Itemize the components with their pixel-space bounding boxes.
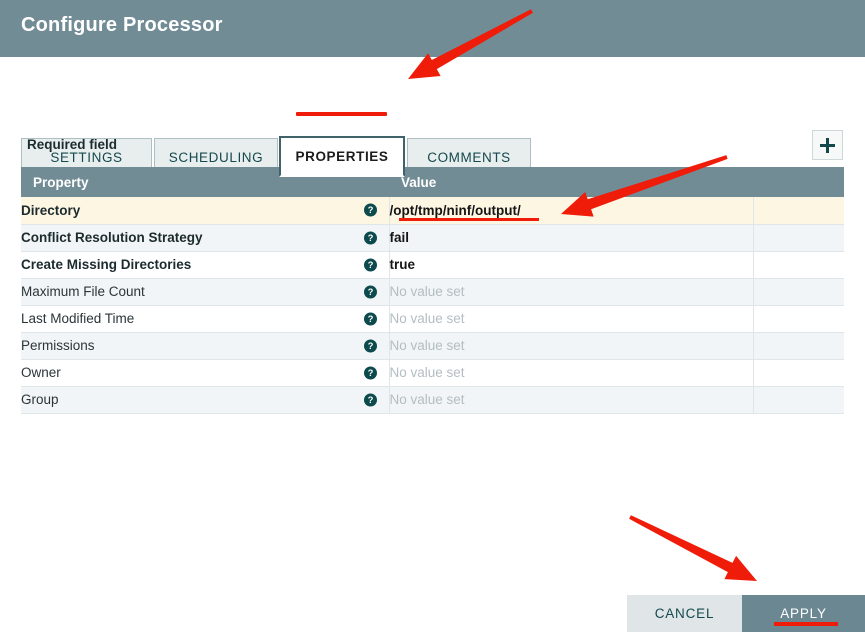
property-value-cell[interactable]: fail (388, 224, 753, 252)
property-name-cell: Maximum File Count? (21, 278, 389, 306)
property-name-label: Group (21, 392, 59, 407)
property-name-cell: Group? (21, 386, 389, 414)
tab-properties[interactable]: PROPERTIES (279, 136, 405, 177)
property-value-cell[interactable]: No value set (388, 359, 753, 387)
property-name-cell: Directory? (21, 197, 389, 225)
underline-properties-tab (296, 112, 387, 116)
property-actions-cell (752, 359, 844, 387)
table-row[interactable]: Owner? No value set (21, 359, 844, 387)
property-name-label: Last Modified Time (21, 311, 135, 326)
tab-settings-label: SETTINGS (50, 150, 123, 165)
apply-button-label: APPLY (780, 606, 827, 621)
property-name-cell: Create Missing Directories? (21, 251, 389, 279)
help-circle-icon[interactable]: ? (363, 339, 377, 352)
property-value-cell[interactable]: true (388, 251, 753, 279)
properties-table-head: Property Value (21, 167, 844, 197)
property-value-cell[interactable]: No value set (388, 386, 753, 414)
tab-scheduling-label: SCHEDULING (168, 150, 264, 165)
help-circle-icon[interactable]: ? (363, 203, 377, 217)
properties-table-body: Directory?/opt/tmp/ninf/output/Conflict … (21, 197, 844, 414)
property-actions-cell (752, 386, 844, 414)
property-name-cell: Owner? (21, 359, 389, 387)
svg-text:?: ? (367, 314, 373, 324)
svg-text:?: ? (367, 341, 373, 351)
table-row[interactable]: Group? No value set (21, 386, 844, 414)
property-actions-cell (752, 278, 844, 306)
help-circle-icon[interactable]: ? (363, 258, 377, 271)
property-actions-cell (752, 197, 844, 225)
help-circle-icon[interactable]: ? (363, 285, 377, 298)
property-actions-cell (752, 305, 844, 333)
cancel-button[interactable]: CANCEL (627, 595, 742, 632)
underline-apply-button (774, 622, 838, 626)
property-value-placeholder: No value set (389, 365, 465, 380)
page-title: Configure Processor (21, 14, 223, 36)
property-name-label: Owner (21, 365, 61, 380)
property-name-label: Conflict Resolution Strategy (21, 230, 203, 245)
svg-text:?: ? (367, 368, 373, 378)
table-row[interactable]: Directory?/opt/tmp/ninf/output/ (21, 197, 844, 225)
table-row[interactable]: Maximum File Count? No value set (21, 278, 844, 306)
table-row[interactable]: Conflict Resolution Strategy? fail (21, 224, 844, 252)
table-header-row: Property Value (21, 167, 844, 197)
apply-button[interactable]: APPLY (742, 595, 865, 632)
arrow-to-apply-button (629, 515, 757, 581)
property-value-text: true (389, 257, 416, 272)
svg-text:?: ? (367, 233, 373, 243)
plus-icon (819, 137, 836, 154)
property-value-cell[interactable]: No value set (388, 332, 753, 360)
table-row[interactable]: Create Missing Directories? true (21, 251, 844, 279)
property-name-cell: Conflict Resolution Strategy? (21, 224, 389, 252)
dialog-header: Configure Processor (0, 0, 865, 57)
property-name-label: Directory (21, 202, 81, 218)
help-circle-icon[interactable]: ? (363, 231, 377, 244)
property-value-cell[interactable]: No value set (388, 305, 753, 333)
property-value-text: /opt/tmp/ninf/output/ (389, 202, 521, 218)
tab-strip: SETTINGS SCHEDULING PROPERTIES COMMENTS (0, 57, 865, 177)
property-name-label: Create Missing Directories (21, 257, 192, 272)
table-row[interactable]: Permissions? No value set (21, 332, 844, 360)
property-value-placeholder: No value set (389, 392, 465, 407)
help-circle-icon[interactable]: ? (363, 312, 377, 325)
property-name-label: Maximum File Count (21, 284, 145, 299)
column-header-value: Value (389, 167, 753, 197)
property-value-cell[interactable]: /opt/tmp/ninf/output/ (388, 197, 753, 225)
property-name-cell: Permissions? (21, 332, 389, 360)
property-value-text: fail (389, 230, 410, 245)
property-value-placeholder: No value set (389, 338, 465, 353)
help-circle-icon[interactable]: ? (363, 366, 377, 379)
svg-text:?: ? (367, 205, 373, 215)
tab-comments-label: COMMENTS (427, 150, 511, 165)
property-actions-cell (752, 332, 844, 360)
help-circle-icon[interactable]: ? (363, 393, 377, 406)
tab-properties-label: PROPERTIES (295, 149, 389, 164)
properties-table: Property Value Directory?/opt/tmp/ninf/o… (21, 167, 844, 414)
property-value-placeholder: No value set (389, 311, 465, 326)
cancel-button-label: CANCEL (654, 606, 715, 621)
property-name-label: Permissions (21, 338, 95, 353)
table-row[interactable]: Last Modified Time? No value set (21, 305, 844, 333)
property-actions-cell (752, 224, 844, 252)
property-value-placeholder: No value set (389, 284, 465, 299)
property-name-cell: Last Modified Time? (21, 305, 389, 333)
svg-text:?: ? (367, 395, 373, 405)
required-field-legend: Required field (27, 137, 118, 152)
column-header-actions (753, 167, 844, 197)
add-property-button[interactable] (812, 130, 843, 160)
svg-text:?: ? (367, 260, 373, 270)
property-actions-cell (752, 251, 844, 279)
svg-text:?: ? (367, 287, 373, 297)
property-value-cell[interactable]: No value set (388, 278, 753, 306)
underline-directory-value (398, 218, 539, 221)
